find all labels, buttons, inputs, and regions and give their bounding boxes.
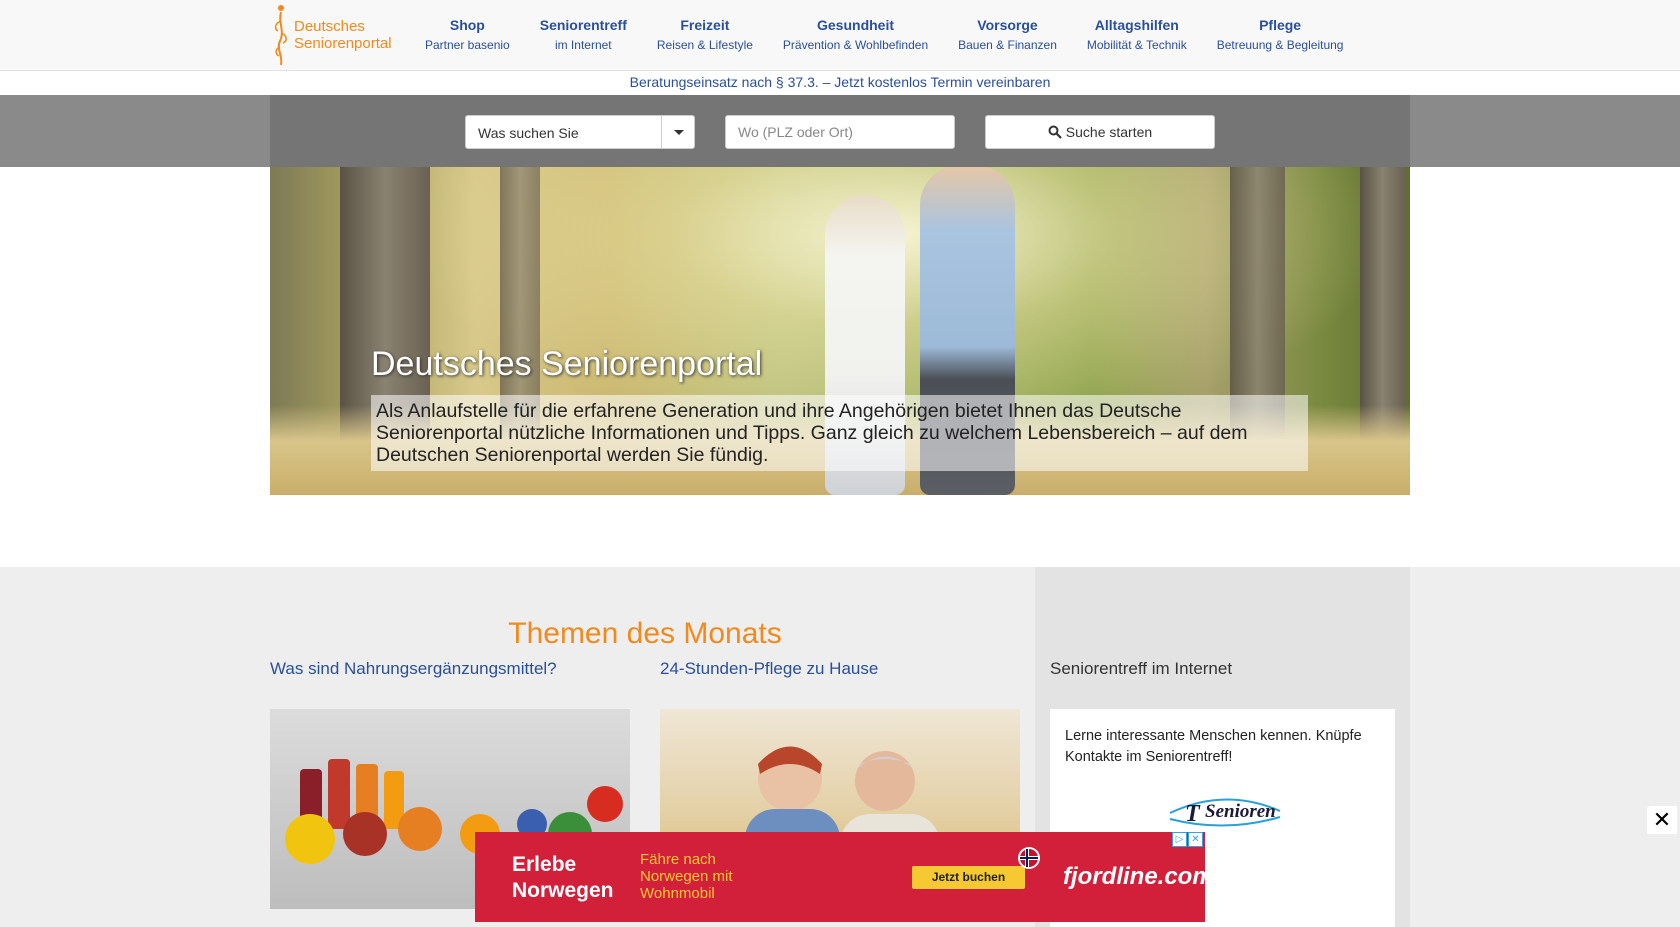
norway-flag-icon (1018, 847, 1040, 869)
caret-down-icon (674, 130, 684, 135)
ad-brand: fjordline.com (1063, 863, 1214, 890)
nav-item-title: Shop (449, 17, 485, 33)
svg-text:T: T (1185, 801, 1201, 827)
hero-title: Deutsches Seniorenportal (371, 345, 763, 383)
logo-line-2: Seniorenportal (294, 35, 392, 52)
site-logo[interactable]: Deutsches Seniorenportal (272, 3, 397, 67)
nav-item-title: Vorsorge (977, 17, 1038, 33)
seniorentreff-logo-text: Senioren (1205, 801, 1276, 822)
search-button[interactable]: Suche starten (985, 115, 1215, 149)
ad-subtext-line-1: Fähre nach (640, 851, 716, 868)
article-title-link[interactable]: 24-Stunden-Pflege zu Hause (660, 659, 878, 679)
ad-headline: Erlebe Norwegen (512, 852, 614, 904)
ad-headline-line-2: Norwegen (512, 879, 614, 902)
ad-subtext-line-2: Norwegen mit (640, 868, 733, 885)
nav-item-shop[interactable]: Shop Partner basenio (410, 16, 525, 52)
nav-item-alltagshilfen[interactable]: Alltagshilfen Mobilität & Technik (1072, 16, 1202, 52)
nav-item-subtitle: Mobilität & Technik (1086, 38, 1187, 52)
category-select-label: Was suchen Sie (478, 125, 579, 141)
search-icon (1048, 125, 1062, 139)
nav-item-title: Gesundheit (817, 17, 895, 33)
location-input[interactable] (725, 115, 955, 149)
section-heading: Themen des Monats (508, 617, 782, 650)
hero-description: Als Anlaufstelle für die erfahrene Gener… (371, 395, 1308, 471)
nav-item-title: Pflege (1259, 17, 1302, 33)
main-nav: Shop Partner basenio Seniorentreff im In… (410, 16, 1358, 52)
logo-line-1: Deutsches (294, 18, 365, 35)
article-title-link[interactable]: Was sind Nahrungsergänzungsmittel? (270, 659, 557, 679)
search-button-label: Suche starten (1065, 124, 1153, 140)
ad-close-icon[interactable]: ✕ (1188, 832, 1203, 847)
nav-item-title: Seniorentreff (539, 17, 627, 33)
ad-subtext-line-3: Wohnmobil (640, 885, 715, 902)
nav-item-title: Freizeit (680, 17, 730, 33)
ad-cta-button[interactable]: Jetzt buchen (912, 866, 1025, 889)
adchoices-icon[interactable]: ▷ (1172, 832, 1187, 847)
nav-item-subtitle: Bauen & Finanzen (958, 38, 1057, 52)
nav-item-subtitle: Prävention & Wohlbefinden (782, 38, 929, 52)
nav-item-title: Alltagshilfen (1094, 17, 1179, 33)
close-icon[interactable]: ✕ (1647, 806, 1677, 834)
ad-subtext: Fähre nach Norwegen mit Wohnmobil (640, 851, 733, 902)
nav-item-subtitle: Reisen & Lifestyle (656, 38, 753, 52)
logo-figure-icon (274, 5, 287, 66)
nav-item-subtitle: Partner basenio (425, 38, 510, 52)
site-header: Deutsches Seniorenportal Shop Partner ba… (0, 0, 1680, 71)
nav-item-freizeit[interactable]: Freizeit Reisen & Lifestyle (642, 16, 768, 52)
advertisement-banner[interactable]: Erlebe Norwegen Fähre nach Norwegen mit … (475, 832, 1214, 922)
sidebar-text: Lerne interessante Menschen kennen. Knüp… (1065, 728, 1362, 765)
category-select[interactable]: Was suchen Sie (465, 115, 695, 149)
search-bar: Was suchen Sie Suche starten (270, 95, 1410, 167)
dropdown-toggle[interactable] (661, 116, 694, 148)
ad-headline-line-1: Erlebe (512, 853, 577, 876)
sidebar-title: Seniorentreff im Internet (1050, 659, 1233, 678)
nav-item-vorsorge[interactable]: Vorsorge Bauen & Finanzen (943, 16, 1072, 52)
logo-text: Deutsches Seniorenportal (294, 18, 392, 52)
nav-item-subtitle: Betreuung & Begleitung (1216, 38, 1344, 52)
nav-item-gesundheit[interactable]: Gesundheit Prävention & Wohlbefinden (768, 16, 943, 52)
nav-item-seniorentreff[interactable]: Seniorentreff im Internet (525, 16, 642, 52)
notice-link[interactable]: Beratungseinsatz nach § 37.3. – Jetzt ko… (0, 74, 1680, 90)
ad-choices: ▷ ✕ (1171, 832, 1203, 847)
seniorentreff-logo[interactable]: T Senioren (1165, 791, 1285, 831)
nav-item-pflege[interactable]: Pflege Betreuung & Begleitung (1202, 16, 1359, 52)
nav-item-subtitle: im Internet (554, 38, 612, 52)
